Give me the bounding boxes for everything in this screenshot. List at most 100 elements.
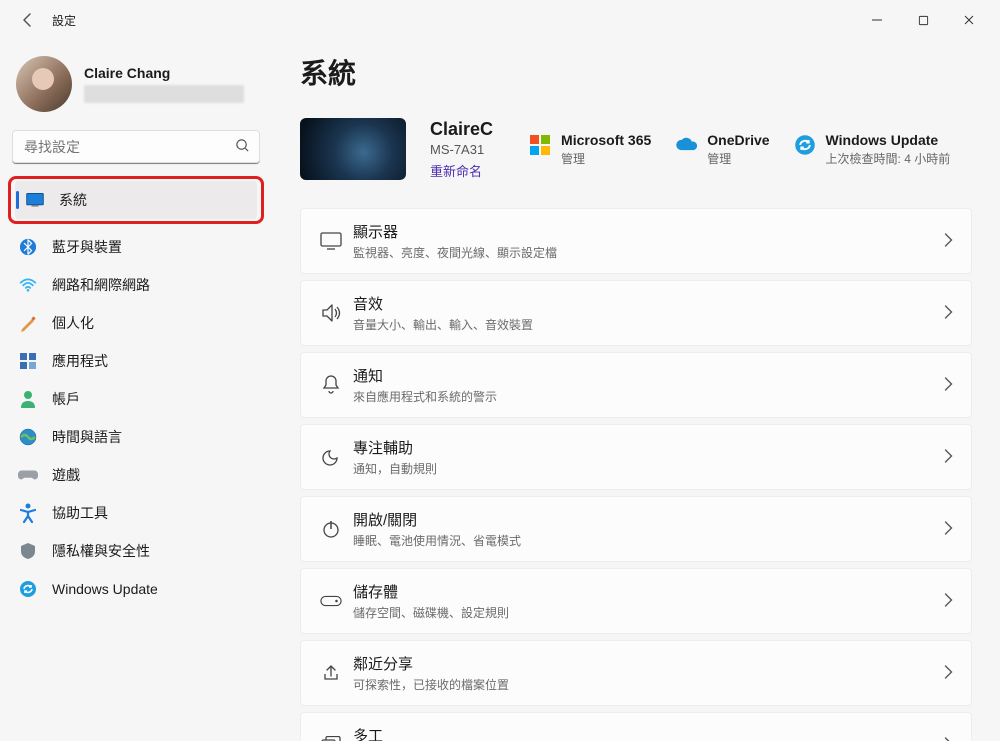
onedrive-icon <box>675 134 697 156</box>
card-sub: 可探索性，已接收的檔案位置 <box>353 676 944 693</box>
setting-sound[interactable]: 音效 音量大小、輸出、輸入、音效裝置 <box>300 280 972 346</box>
display-icon <box>309 232 353 250</box>
service-title: Windows Update <box>826 132 951 148</box>
bluetooth-icon <box>18 237 38 257</box>
content: 系統 ClaireC MS-7A31 重新命名 Microsoft 365 管理 <box>276 40 1000 741</box>
setting-display[interactable]: 顯示器 監視器、亮度、夜間光線、顯示設定檔 <box>300 208 972 274</box>
nav-label: Windows Update <box>52 581 158 597</box>
device-model: MS-7A31 <box>430 142 493 157</box>
accounts-icon <box>18 389 38 409</box>
nav-label: 帳戶 <box>52 389 80 409</box>
setting-nearby-share[interactable]: 鄰近分享 可探索性，已接收的檔案位置 <box>300 640 972 706</box>
search-wrap <box>12 130 260 164</box>
nav-time[interactable]: 時間與語言 <box>8 418 264 456</box>
nav-label: 應用程式 <box>52 351 108 371</box>
card-title: 顯示器 <box>353 221 944 242</box>
window-controls <box>854 0 992 40</box>
privacy-icon <box>18 541 38 561</box>
nav-privacy[interactable]: 隱私權與安全性 <box>8 532 264 570</box>
windows-update-status-icon <box>794 134 816 156</box>
card-title: 儲存體 <box>353 581 944 602</box>
close-icon <box>963 14 975 26</box>
setting-storage[interactable]: 儲存體 儲存空間、磁碟機、設定規則 <box>300 568 972 634</box>
apps-icon <box>18 351 38 371</box>
chevron-right-icon <box>944 377 953 394</box>
setting-multitasking[interactable]: 多工 貼齊視窗、桌面、工作切換 <box>300 712 972 741</box>
minimize-icon <box>871 14 883 26</box>
card-title: 專注輔助 <box>353 437 944 458</box>
nav-accounts[interactable]: 帳戶 <box>8 380 264 418</box>
nav-label: 系統 <box>59 190 87 210</box>
card-sub: 睡眠、電池使用情況、省電模式 <box>353 532 944 549</box>
window-title: 設定 <box>52 12 76 29</box>
chevron-right-icon <box>944 305 953 322</box>
service-sub: 上次檢查時間: 4 小時前 <box>826 150 951 167</box>
user-name: Claire Chang <box>84 65 244 81</box>
share-icon <box>309 663 353 683</box>
service-sub: 管理 <box>561 150 651 167</box>
nav-label: 時間與語言 <box>52 427 122 447</box>
nav-label: 隱私權與安全性 <box>52 541 150 561</box>
chevron-right-icon <box>944 665 953 682</box>
service-ms365[interactable]: Microsoft 365 管理 <box>529 132 651 167</box>
nav-gaming[interactable]: 遊戲 <box>8 456 264 494</box>
time-icon <box>18 427 38 447</box>
card-title: 音效 <box>353 293 944 314</box>
card-title: 通知 <box>353 365 944 386</box>
nav-network[interactable]: 網路和網際網路 <box>8 266 264 304</box>
accessibility-icon <box>18 503 38 523</box>
card-sub: 來自應用程式和系統的警示 <box>353 388 944 405</box>
nav-accessibility[interactable]: 協助工具 <box>8 494 264 532</box>
nav-system[interactable]: 系統 <box>15 181 257 219</box>
device-name: ClaireC <box>430 119 493 140</box>
focus-icon <box>309 447 353 467</box>
device-thumbnail[interactable] <box>300 118 406 180</box>
maximize-button[interactable] <box>900 0 946 40</box>
notifications-icon <box>309 374 353 396</box>
card-sub: 監視器、亮度、夜間光線、顯示設定檔 <box>353 244 944 261</box>
back-arrow-icon <box>20 12 36 28</box>
system-icon <box>25 190 45 210</box>
setting-notifications[interactable]: 通知 來自應用程式和系統的警示 <box>300 352 972 418</box>
nav-apps[interactable]: 應用程式 <box>8 342 264 380</box>
nav-label: 藍牙與裝置 <box>52 237 122 257</box>
windows-update-icon <box>18 579 38 599</box>
service-sub: 管理 <box>707 150 769 167</box>
setting-power[interactable]: 開啟/關閉 睡眠、電池使用情況、省電模式 <box>300 496 972 562</box>
service-onedrive[interactable]: OneDrive 管理 <box>675 132 769 167</box>
card-sub: 儲存空間、磁碟機、設定規則 <box>353 604 944 621</box>
power-icon <box>309 519 353 539</box>
rename-link[interactable]: 重新命名 <box>430 161 493 180</box>
service-windows-update[interactable]: Windows Update 上次檢查時間: 4 小時前 <box>794 132 951 167</box>
sound-icon <box>309 303 353 323</box>
nav-label: 個人化 <box>52 313 94 333</box>
card-title: 多工 <box>353 725 944 741</box>
search-input[interactable] <box>12 130 260 164</box>
nav-windows-update[interactable]: Windows Update <box>8 570 264 608</box>
nav-label: 遊戲 <box>52 465 80 485</box>
card-sub: 音量大小、輸出、輸入、音效裝置 <box>353 316 944 333</box>
maximize-icon <box>918 15 929 26</box>
service-title: Microsoft 365 <box>561 132 651 148</box>
chevron-right-icon <box>944 449 953 466</box>
nav-label: 網路和網際網路 <box>52 275 150 295</box>
nav-personalization[interactable]: 個人化 <box>8 304 264 342</box>
close-button[interactable] <box>946 0 992 40</box>
gaming-icon <box>18 465 38 485</box>
titlebar: 設定 <box>0 0 1000 40</box>
card-title: 鄰近分享 <box>353 653 944 674</box>
personalization-icon <box>18 313 38 333</box>
avatar <box>16 56 72 112</box>
device-info: ClaireC MS-7A31 重新命名 <box>430 119 493 180</box>
nav-bluetooth[interactable]: 藍牙與裝置 <box>8 228 264 266</box>
service-title: OneDrive <box>707 132 769 148</box>
storage-icon <box>309 595 353 607</box>
search-icon <box>235 138 250 156</box>
card-sub: 通知，自動規則 <box>353 460 944 477</box>
back-button[interactable] <box>8 0 48 40</box>
minimize-button[interactable] <box>854 0 900 40</box>
summary-row: ClaireC MS-7A31 重新命名 Microsoft 365 管理 O <box>300 118 972 180</box>
multitask-icon <box>309 736 353 741</box>
setting-focus-assist[interactable]: 專注輔助 通知，自動規則 <box>300 424 972 490</box>
user-block[interactable]: Claire Chang <box>8 48 264 120</box>
